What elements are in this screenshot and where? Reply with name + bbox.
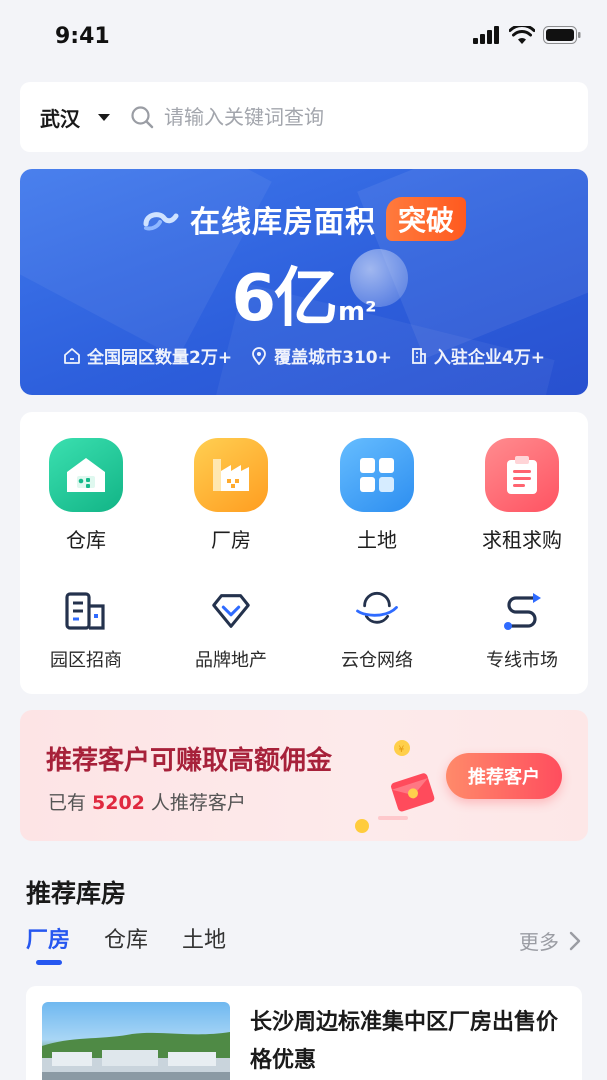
category-label: 仓库 [66,528,106,552]
service-label: 专线市场 [486,650,558,671]
section-title: 推荐库房 [26,879,127,908]
building-icon [411,347,426,364]
stat-cities-label: 覆盖城市310+ [274,348,392,368]
service-label: 园区招商 [50,650,122,671]
stat-companies-label: 入驻企业4万+ [433,348,545,368]
tab-factory[interactable]: 厂房 [26,922,70,965]
service-cloud-network[interactable]: 云仓网络 [307,588,447,672]
category-rent-buy[interactable]: 求租求购 [452,438,592,553]
caret-down-icon[interactable] [98,113,110,121]
red-envelope-icon: ¥ [355,740,435,833]
promo-sub-suffix: 人推荐客户 [150,792,246,814]
recommend-customer-button[interactable]: 推荐客户 [446,753,562,799]
promo-subtitle: 已有 5202 人推荐客户 [48,788,246,815]
stat-parks: 全国园区数量2万+ [63,343,232,368]
city-selector[interactable]: 武汉 [40,103,80,132]
signal-icon [473,26,499,44]
diamond-icon [208,588,254,634]
promo-sub-prefix: 已有 [48,792,87,814]
tab-land[interactable]: 土地 [182,922,226,954]
status-time: 9:41 [55,24,110,49]
location-pin-icon [252,346,267,365]
service-park-investment[interactable]: 园区招商 [16,588,156,672]
banner-title: 在线库房面积 [189,205,376,240]
service-label: 品牌地产 [195,650,267,671]
cloud-orbit-icon [354,588,400,634]
warehouse-icon [49,438,123,512]
status-bar: 9:41 [0,0,607,76]
stat-parks-label: 全国园区数量2万+ [87,348,233,368]
service-brand-property[interactable]: 品牌地产 [161,588,301,672]
category-grid: 仓库 厂房 土地 求租求购 园区招商 品牌地产 云仓网络 专线市场 [20,412,588,694]
service-dedicated-line[interactable]: 专线市场 [452,588,592,672]
banner-stats: 全国园区数量2万+ 覆盖城市310+ 入驻企业4万+ [20,343,588,368]
park-building-icon [63,588,109,634]
stat-companies: 入驻企业4万+ [410,343,545,368]
battery-icon [543,26,581,44]
category-factory[interactable]: 厂房 [161,438,301,553]
category-label: 求租求购 [482,528,562,552]
service-label: 云仓网络 [341,650,413,671]
referral-promo[interactable]: 推荐客户可赚取高额佣金 已有 5202 人推荐客户 ¥ 推荐客户 [20,710,588,841]
category-land[interactable]: 土地 [307,438,447,553]
stat-cities: 覆盖城市310+ [250,343,392,368]
banner-title-row: 在线库房面积 突破 [20,197,588,241]
search-bar: 武汉 [20,82,588,152]
banner-figure: 6亿m² [20,247,588,339]
land-grid-icon [340,438,414,512]
category-label: 厂房 [211,528,251,552]
route-icon [499,588,545,634]
factory-icon [194,438,268,512]
listing-title: 长沙周边标准集中区厂房出售价格优惠 [250,1010,559,1073]
chevron-right-icon [569,931,581,950]
banner-badge: 突破 [385,197,466,241]
promo-count: 5202 [92,792,145,814]
category-warehouse[interactable]: 仓库 [16,438,156,553]
svg-text:¥: ¥ [399,745,405,755]
banner-number: 6亿 [231,262,338,336]
search-icon [130,105,154,129]
category-label: 土地 [357,528,397,552]
home-outline-icon [64,347,80,364]
listing-card[interactable]: 长沙周边标准集中区厂房出售价格优惠 [26,986,582,1080]
listing-tabs: 厂房 仓库 土地 [26,922,226,965]
more-link[interactable]: 更多 [519,926,581,955]
wifi-icon [509,26,535,44]
brand-swirl-icon [142,206,180,232]
status-icons [473,26,581,44]
search-input[interactable] [164,105,524,129]
tab-warehouse[interactable]: 仓库 [104,922,148,954]
listing-thumbnail [42,1002,230,1080]
area-banner[interactable]: 在线库房面积 突破 6亿m² 全国园区数量2万+ 覆盖城市310+ 入驻企业4万… [20,169,588,395]
banner-unit: m² [338,297,377,327]
clipboard-icon [485,438,559,512]
promo-title: 推荐客户可赚取高额佣金 [46,746,333,776]
more-label: 更多 [519,930,559,954]
